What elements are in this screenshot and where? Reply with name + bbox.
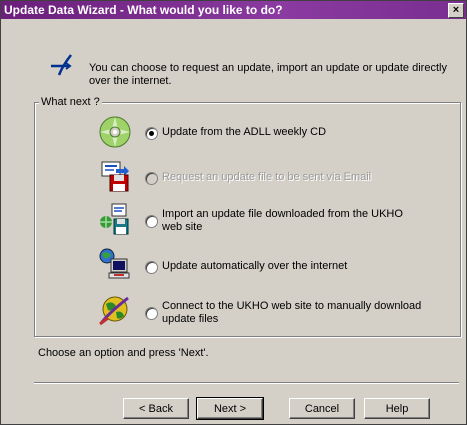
radio-import-update[interactable] bbox=[145, 215, 158, 228]
option-label-website[interactable]: Connect to the UKHO web site to manually… bbox=[162, 300, 422, 326]
close-icon: × bbox=[452, 4, 460, 16]
intro-text: You can choose to request an update, imp… bbox=[89, 62, 447, 87]
cancel-button[interactable]: Cancel bbox=[289, 398, 355, 419]
title-bar[interactable]: Update Data Wizard - What would you like… bbox=[1, 1, 466, 19]
wizard-arrow-icon bbox=[51, 54, 72, 76]
wizard-dialog: Update Data Wizard - What would you like… bbox=[0, 0, 467, 425]
internet-computer-icon bbox=[99, 248, 130, 279]
group-label: What next ? bbox=[39, 96, 102, 108]
radio-request-email[interactable] bbox=[145, 172, 158, 185]
radio-update-from-cd[interactable] bbox=[145, 127, 158, 140]
window-title: Update Data Wizard - What would you like… bbox=[4, 3, 283, 17]
cd-disc-icon bbox=[99, 116, 131, 148]
option-label-import[interactable]: Import an update file downloaded from th… bbox=[162, 208, 422, 234]
option-label-email[interactable]: Request an update file to be sent via Em… bbox=[162, 171, 442, 184]
globe-web-icon bbox=[99, 296, 129, 326]
close-button[interactable]: × bbox=[448, 3, 464, 18]
option-label-cd[interactable]: Update from the ADLL weekly CD bbox=[162, 126, 442, 139]
help-button[interactable]: Help bbox=[364, 398, 430, 419]
next-button[interactable]: Next > bbox=[196, 397, 264, 420]
back-button[interactable]: < Back bbox=[123, 398, 189, 419]
divider bbox=[34, 382, 459, 384]
radio-connect-website[interactable] bbox=[145, 307, 158, 320]
email-floppy-icon bbox=[101, 161, 129, 192]
status-text: Choose an option and press 'Next'. bbox=[38, 347, 209, 359]
option-label-internet[interactable]: Update automatically over the internet bbox=[162, 260, 442, 273]
radio-update-internet[interactable] bbox=[145, 261, 158, 274]
download-file-icon bbox=[100, 203, 129, 235]
